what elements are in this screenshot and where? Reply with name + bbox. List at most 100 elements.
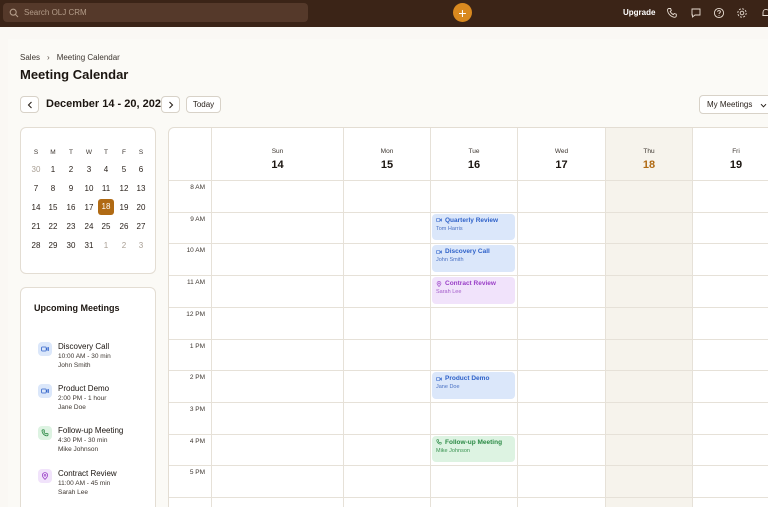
day-header-mon[interactable]: Mon 15: [343, 128, 430, 180]
hour-divider: [169, 401, 768, 403]
mini-calendar-day[interactable]: 22: [45, 222, 61, 231]
day-date-label: 18: [642, 159, 656, 171]
day-header-wed[interactable]: Wed 17: [517, 128, 605, 180]
event-attendee: Sarah Lee: [436, 289, 462, 296]
day-date-label: 15: [380, 159, 394, 171]
mini-calendar-day[interactable]: 28: [28, 241, 44, 250]
mini-calendar-day[interactable]: 23: [63, 222, 79, 231]
mini-calendar-day[interactable]: 15: [45, 203, 61, 212]
hour-label: 4 PM: [189, 437, 205, 445]
event-attendee: Tom Harris: [436, 225, 463, 232]
column-divider: [692, 180, 693, 507]
hour-divider: [169, 338, 768, 340]
breadcrumb-sales[interactable]: Sales: [20, 53, 40, 62]
mini-calendar-day[interactable]: 29: [45, 241, 61, 250]
meeting-event[interactable]: Product Demo Jane Doe: [432, 372, 515, 399]
event-attendee: John Smith: [436, 257, 464, 264]
event-title: Contract Review: [436, 280, 511, 287]
search-box[interactable]: [3, 3, 308, 22]
mini-calendar-day[interactable]: 20: [133, 203, 149, 212]
mini-calendar-day[interactable]: 6: [133, 165, 149, 174]
mini-calendar-day[interactable]: 11: [98, 184, 114, 193]
mini-calendar-day[interactable]: 3: [81, 165, 97, 174]
upcoming-meetings-panel: Upcoming Meetings Discovery Call 10:00 AM…: [20, 287, 156, 507]
meeting-time: 4:30 PM - 30 min: [58, 437, 108, 444]
hour-divider: [169, 243, 768, 245]
mini-calendar-day[interactable]: 5: [116, 165, 132, 174]
mini-calendar-day[interactable]: 8: [45, 184, 61, 193]
next-week-button[interactable]: [161, 96, 180, 113]
video-icon: [436, 249, 442, 255]
previous-week-button[interactable]: [20, 96, 39, 113]
day-header-sun[interactable]: Sun 14: [211, 128, 343, 180]
meetings-filter-select[interactable]: My Meetings: [699, 95, 768, 114]
meeting-attendee: Sarah Lee: [58, 489, 88, 496]
mini-calendar-day[interactable]: 25: [98, 222, 114, 231]
mini-calendar-day[interactable]: 13: [133, 184, 149, 193]
today-button[interactable]: Today: [186, 96, 221, 113]
message-icon[interactable]: [690, 7, 702, 19]
event-title: Product Demo: [436, 375, 511, 382]
add-button[interactable]: +: [453, 3, 472, 22]
upgrade-link[interactable]: Upgrade: [623, 8, 655, 17]
event-title: Discovery Call: [436, 248, 511, 255]
mini-calendar-day[interactable]: 21: [28, 222, 44, 231]
meetings-filter-value: My Meetings: [707, 100, 753, 109]
mini-calendar-day[interactable]: 1: [45, 165, 61, 174]
mini-calendar-day[interactable]: 30: [63, 241, 79, 250]
page-title: Meeting Calendar: [20, 67, 129, 82]
meeting-event[interactable]: Contract Review Sarah Lee: [432, 277, 515, 304]
mini-calendar-day[interactable]: 2: [116, 241, 132, 250]
hour-label: 2 PM: [189, 374, 205, 382]
mini-calendar-day[interactable]: 24: [81, 222, 97, 231]
meeting-event[interactable]: Quarterly Review Tom Harris: [432, 213, 515, 241]
meeting-event[interactable]: Follow-up Meeting Mike Johnson: [432, 435, 515, 463]
upcoming-meeting-item[interactable]: Discovery Call 10:00 AM - 30 min John Smit…: [38, 341, 153, 377]
mini-calendar-day[interactable]: 10: [81, 184, 97, 193]
hour-label: 5 PM: [189, 469, 205, 477]
event-title-text: Quarterly Review: [445, 216, 499, 224]
mini-calendar: S M T W T F S 30 1 2 3 4 5 6 7 8 9 10 11 12 13 14 15 16 17 18 19 20…: [20, 127, 156, 274]
hour-divider: [169, 370, 768, 372]
today-column-highlight: [605, 180, 692, 507]
mini-calendar-day[interactable]: 1: [98, 241, 114, 250]
meeting-name: Contract Review: [58, 469, 117, 478]
mini-calendar-day[interactable]: 30: [28, 165, 44, 174]
column-divider: [517, 180, 518, 507]
mini-calendar-day[interactable]: 12: [116, 184, 132, 193]
day-of-week-label: Tue: [468, 148, 480, 155]
upcoming-meeting-item[interactable]: Contract Review 11:00 AM - 45 min Sarah Le…: [38, 468, 153, 504]
mini-calendar-day[interactable]: 14: [28, 203, 44, 212]
mini-calendar-day[interactable]: 7: [28, 184, 44, 193]
mini-calendar-day[interactable]: 16: [63, 203, 79, 212]
mini-calendar-day[interactable]: 4: [98, 165, 114, 174]
search-input[interactable]: [24, 8, 284, 17]
settings-icon[interactable]: [736, 7, 748, 19]
day-header-tue[interactable]: Tue 16: [430, 128, 517, 180]
hour-label: 9 AM: [190, 215, 205, 223]
column-divider: [605, 180, 606, 507]
upcoming-meeting-item[interactable]: Follow-up Meeting 4:30 PM - 30 min Mike Jo…: [38, 425, 153, 461]
meeting-event[interactable]: Discovery Call John Smith: [432, 245, 515, 273]
chevron-right-icon: [168, 101, 173, 108]
mini-calendar-day[interactable]: 31: [81, 241, 97, 250]
phone-icon: [436, 439, 442, 445]
mini-calendar-day[interactable]: 17: [81, 203, 97, 212]
weekday-header: S: [138, 149, 144, 156]
phone-icon[interactable]: [666, 7, 678, 19]
mini-calendar-day[interactable]: 19: [116, 203, 132, 212]
hour-label: 8 AM: [190, 184, 205, 191]
mini-calendar-day[interactable]: 3: [133, 241, 149, 250]
day-header-fri[interactable]: Fri 19: [692, 128, 768, 180]
mini-calendar-day-selected[interactable]: 18: [98, 199, 114, 215]
mini-calendar-day[interactable]: 9: [63, 184, 79, 193]
mini-calendar-day[interactable]: 27: [133, 222, 149, 231]
upcoming-meeting-item[interactable]: Product Demo 2:00 PM - 1 hour Jane Doe: [38, 383, 153, 419]
help-icon[interactable]: [713, 7, 725, 19]
notification-bell-icon[interactable]: [760, 7, 768, 19]
day-header-thu[interactable]: Thu 18: [605, 128, 692, 180]
mini-calendar-day[interactable]: 26: [116, 222, 132, 231]
event-attendee: Jane Doe: [436, 384, 460, 391]
upcoming-meetings-title: Upcoming Meetings: [34, 303, 120, 313]
mini-calendar-day[interactable]: 2: [63, 165, 79, 174]
